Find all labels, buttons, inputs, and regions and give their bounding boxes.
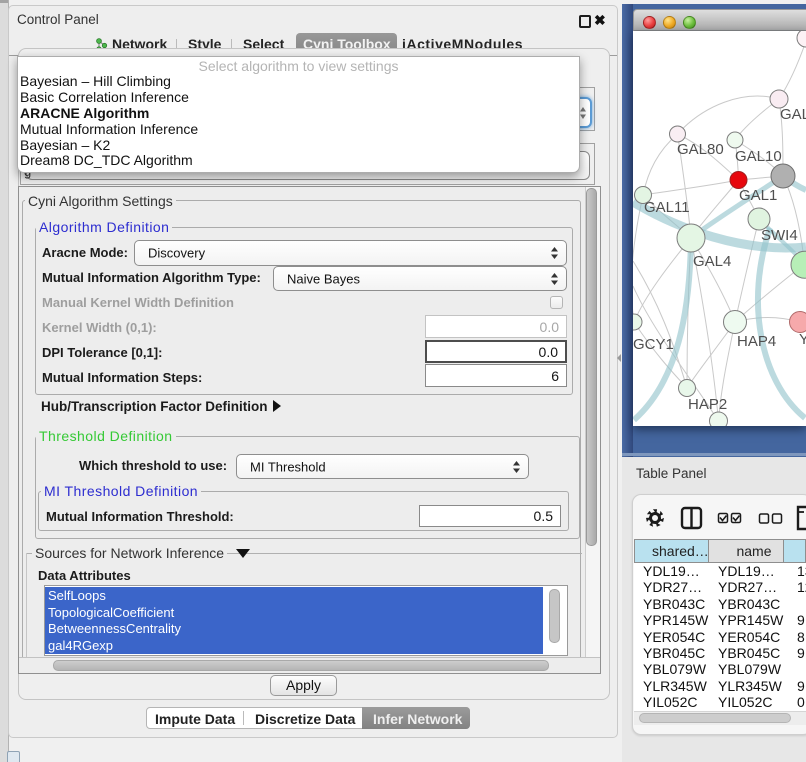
svg-text:GAL11: GAL11 [644,199,690,216]
svg-text:GAL1: GAL1 [739,187,777,204]
svg-text:SWI4: SWI4 [761,227,798,244]
svg-text:GAL4: GAL4 [693,253,731,270]
svg-text:GAL10: GAL10 [735,148,782,165]
svg-text:HAP4: HAP4 [737,333,776,350]
svg-text:Y: Y [799,331,806,348]
svg-text:GAL7: GAL7 [780,106,806,123]
svg-text:GAL80: GAL80 [677,141,724,158]
svg-text:GCY1: GCY1 [633,336,674,353]
svg-text:HAP2: HAP2 [688,396,727,413]
